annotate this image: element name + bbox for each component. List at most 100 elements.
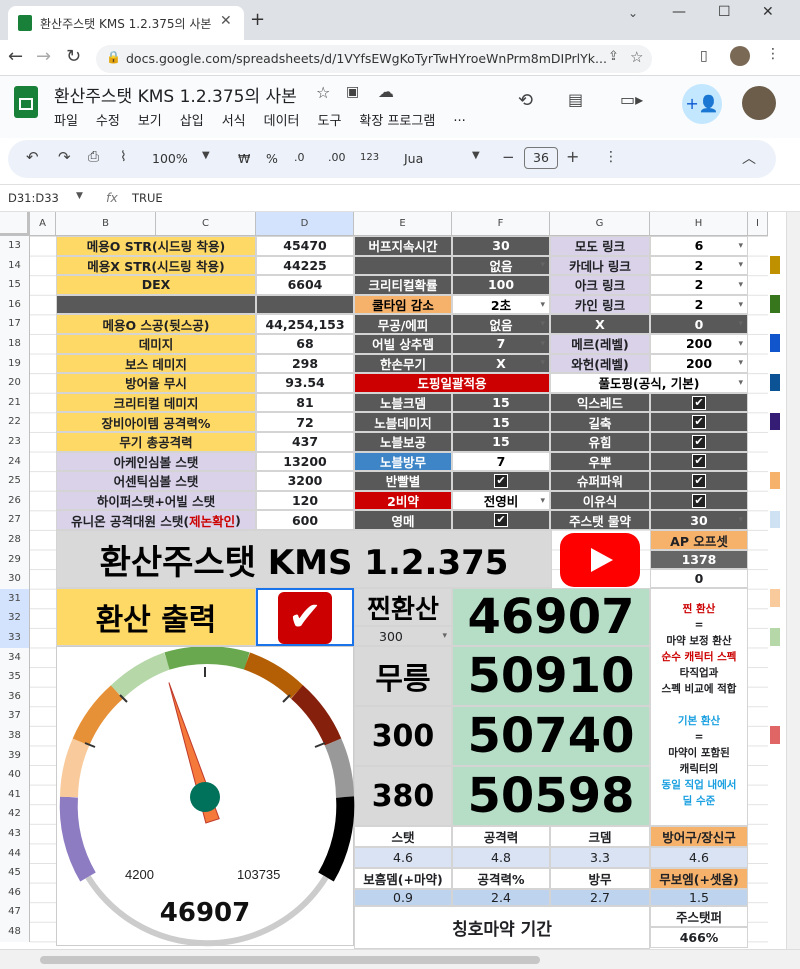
checkbox-icon[interactable]: ✔ <box>494 513 508 528</box>
horizontal-scrollbar[interactable] <box>0 949 800 969</box>
menu-insert[interactable]: 삽입 <box>180 110 204 129</box>
option-value[interactable]: 전영비 <box>452 490 550 511</box>
stat-value-input[interactable]: 3200 <box>256 471 354 491</box>
link-value[interactable]: 30 <box>650 510 748 530</box>
zoom-dropdown-icon[interactable]: ▼ <box>202 150 210 161</box>
minimize-icon[interactable]: — <box>672 4 686 20</box>
link-value[interactable]: 200 <box>650 334 748 354</box>
row-header[interactable]: 30 <box>0 569 30 589</box>
stat-value-input[interactable]: 45470 <box>256 236 354 256</box>
row-header[interactable]: 17 <box>0 314 30 334</box>
row-header[interactable]: 31 <box>0 588 30 609</box>
link-value[interactable]: ✔ <box>650 471 748 491</box>
undo-icon[interactable]: ↶ <box>26 148 39 166</box>
row-header[interactable]: 47 <box>0 902 30 922</box>
row-header[interactable]: 24 <box>0 451 30 472</box>
link-value[interactable]: 200 <box>650 353 748 374</box>
checkbox-icon[interactable]: ✔ <box>692 454 706 469</box>
row-header[interactable]: 26 <box>0 490 30 511</box>
menu-file[interactable]: 파일 <box>54 110 78 129</box>
option-value[interactable]: 15 <box>452 412 550 432</box>
url-field[interactable]: 🔒 docs.google.com/spreadsheets/d/1VYfsEW… <box>96 45 652 73</box>
stat-value-input[interactable]: 44225 <box>256 255 354 276</box>
more-formats-button[interactable]: 123 <box>360 152 379 163</box>
more-tools-icon[interactable]: ⋮ <box>604 149 618 165</box>
print-icon[interactable]: ⎙ <box>88 149 99 165</box>
row-header[interactable]: 36 <box>0 686 30 707</box>
option-value[interactable]: 7 <box>452 334 550 354</box>
row-header[interactable]: 13 <box>0 236 30 256</box>
checkbox-icon[interactable]: ✔ <box>692 473 706 488</box>
font-select[interactable]: Jua <box>404 151 423 166</box>
star-icon[interactable]: ☆ <box>316 83 330 102</box>
output-checkbox[interactable]: ✔ <box>256 588 354 646</box>
row-header[interactable]: 29 <box>0 549 30 570</box>
option-value[interactable]: 없음 <box>452 255 550 276</box>
option-value[interactable]: 없음 <box>452 314 550 334</box>
redo-icon[interactable]: ↷ <box>58 148 71 166</box>
row-header[interactable]: 20 <box>0 373 30 393</box>
link-value[interactable]: 2 <box>650 275 748 295</box>
youtube-icon[interactable] <box>560 533 640 587</box>
option-value[interactable]: 15 <box>452 392 550 413</box>
col-header-c[interactable]: C <box>156 212 256 236</box>
move-folder-icon[interactable]: ▣ <box>346 84 359 100</box>
stat-value-input[interactable]: 437 <box>256 432 354 452</box>
row-header[interactable]: 15 <box>0 275 30 295</box>
comments-icon[interactable]: ▤ <box>568 90 583 109</box>
col-header-b[interactable]: B <box>56 212 156 236</box>
option-value[interactable]: ✔ <box>452 471 550 491</box>
stat-value-input[interactable]: 298 <box>256 353 354 374</box>
tab-search-icon[interactable]: ⌄ <box>628 6 638 20</box>
menu-tools[interactable]: 도구 <box>318 110 342 129</box>
stat-value-input[interactable]: 13200 <box>256 451 354 472</box>
sheets-logo-icon[interactable] <box>14 86 38 118</box>
row-header[interactable]: 34 <box>0 647 30 668</box>
link-value[interactable]: 2 <box>650 255 748 276</box>
back-icon[interactable]: ← <box>8 46 23 67</box>
forward-icon[interactable]: → <box>36 46 51 67</box>
row-header[interactable]: 38 <box>0 726 30 746</box>
browser-tab[interactable]: 환산주스탯 KMS 1.2.375의 사본 ✕ <box>8 6 244 40</box>
row-header[interactable]: 44 <box>0 843 30 864</box>
decrease-decimal-button[interactable]: .0 <box>294 151 305 164</box>
full-doping-select[interactable]: 풀도핑(공식, 기본) <box>550 373 748 393</box>
link-value[interactable]: ✔ <box>650 451 748 472</box>
stat-value-input[interactable]: 6604 <box>256 275 354 295</box>
col-header-i[interactable]: I <box>748 212 768 236</box>
collapse-menu-icon[interactable]: ︿ <box>742 148 756 168</box>
maximize-icon[interactable]: ☐ <box>718 4 731 20</box>
row-header[interactable]: 48 <box>0 922 30 942</box>
scroll-thumb[interactable] <box>40 956 540 964</box>
currency-button[interactable]: ₩ <box>238 151 250 166</box>
row-header[interactable]: 42 <box>0 804 30 824</box>
row-header[interactable]: 22 <box>0 412 30 432</box>
increase-decimal-button[interactable]: .00 <box>328 151 346 164</box>
checkbox-icon[interactable]: ✔ <box>494 473 508 488</box>
select-all-corner[interactable] <box>0 212 30 236</box>
browser-menu-icon[interactable]: ⋮ <box>766 46 780 62</box>
row-header[interactable]: 25 <box>0 471 30 491</box>
row-header[interactable]: 32 <box>0 608 30 628</box>
row-header[interactable]: 28 <box>0 530 30 550</box>
profile-avatar[interactable] <box>730 46 750 66</box>
checkbox-icon[interactable]: ✔ <box>692 434 706 449</box>
menu-view[interactable]: 보기 <box>138 110 162 129</box>
checkbox-icon[interactable]: ✔ <box>692 415 706 430</box>
menu-data[interactable]: 데이터 <box>264 110 300 129</box>
row-header[interactable]: 27 <box>0 510 30 530</box>
menu-format[interactable]: 서식 <box>222 110 246 129</box>
row-header[interactable]: 43 <box>0 824 30 844</box>
option-value[interactable]: X <box>452 353 550 374</box>
meet-icon[interactable]: ▭▸ <box>620 90 643 109</box>
row-header[interactable]: 33 <box>0 628 30 648</box>
doc-title[interactable]: 환산주스탯 KMS 1.2.375의 사본 <box>54 82 297 107</box>
row-header[interactable]: 16 <box>0 294 30 315</box>
link-value[interactable]: 0 <box>650 314 748 334</box>
row-header[interactable]: 23 <box>0 432 30 452</box>
option-value[interactable]: 15 <box>452 432 550 452</box>
col-header-d[interactable]: D <box>256 212 354 236</box>
font-size-input[interactable]: 36 <box>524 147 558 169</box>
stat-value-input[interactable] <box>256 294 354 315</box>
menu-extensions[interactable]: 확장 프로그램 <box>359 110 435 129</box>
